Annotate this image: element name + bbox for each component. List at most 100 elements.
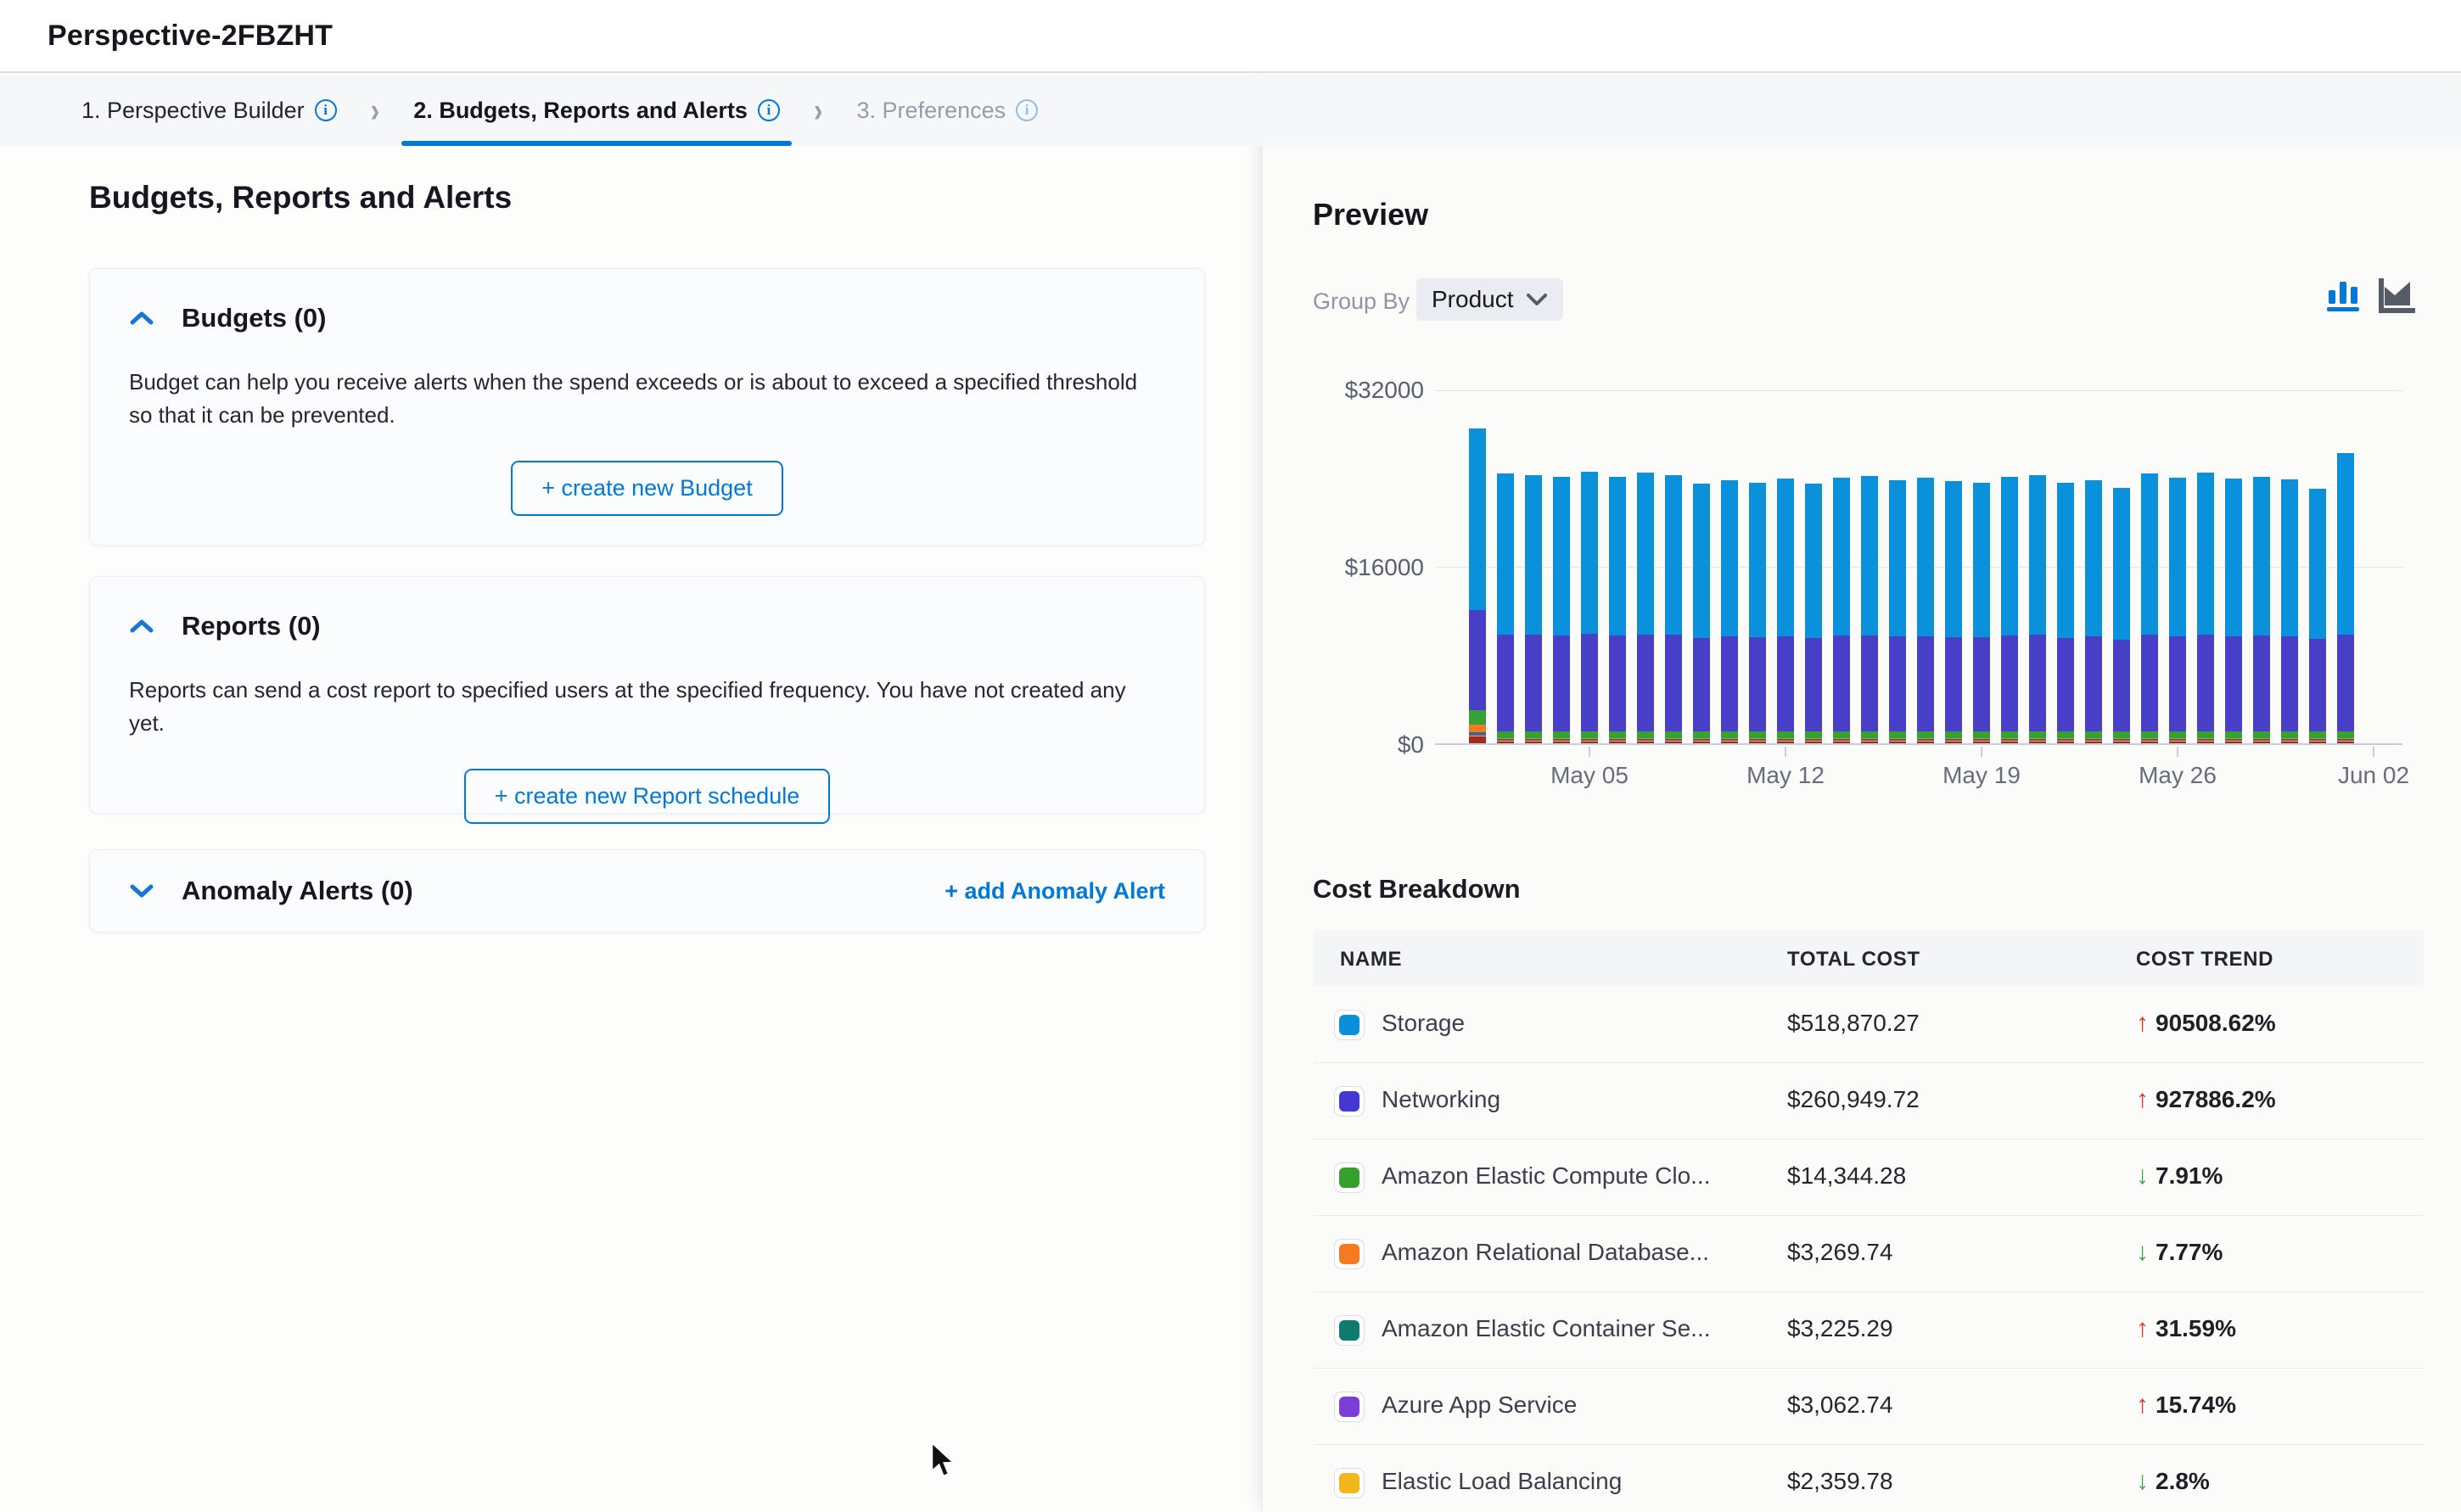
group-by-value: Product xyxy=(1432,286,1514,313)
create-budget-button[interactable]: + create new Budget xyxy=(511,461,782,516)
stacked-bar[interactable] xyxy=(1833,478,1850,743)
stacked-bar[interactable] xyxy=(1693,484,1710,743)
cost-breakdown-row[interactable]: Storage$518,870.27↑90508.62% xyxy=(1314,987,2424,1063)
cost-trend-value: ↓2.8% xyxy=(2136,1467,2210,1496)
total-cost-value: $14,344.28 xyxy=(1787,1162,1906,1190)
stacked-bar[interactable] xyxy=(1525,475,1542,743)
cost-breakdown-row[interactable]: Azure App Service$3,062.74↑15.74% xyxy=(1314,1369,2424,1445)
collapse-chevron-up-icon[interactable] xyxy=(129,310,154,327)
stacked-bar[interactable] xyxy=(2001,477,2018,743)
area-chart-toggle-icon[interactable] xyxy=(2378,275,2417,314)
cost-breakdown-row[interactable]: Amazon Elastic Compute Clo...$14,344.28↓… xyxy=(1314,1140,2424,1216)
preview-bar-chart[interactable] xyxy=(1435,390,2402,745)
tab-perspective-builder[interactable]: 1. Perspective Builder i xyxy=(66,75,352,146)
budgets-card-title: Budgets (0) xyxy=(182,303,327,333)
total-cost-value: $518,870.27 xyxy=(1787,1010,1920,1037)
stacked-bar[interactable] xyxy=(2337,453,2354,743)
bar-segment-amazon-elastic-compute-cloud xyxy=(1917,731,1934,738)
stacked-bar[interactable] xyxy=(1553,477,1570,743)
stacked-bar[interactable] xyxy=(2309,489,2326,744)
stacked-bar[interactable] xyxy=(1581,472,1598,743)
total-cost-value: $260,949.72 xyxy=(1787,1086,1920,1113)
bar-segment-networking xyxy=(1609,636,1626,731)
stacked-bar[interactable] xyxy=(1805,484,1822,743)
tab-budgets-reports-alerts[interactable]: 2. Budgets, Reports and Alerts i xyxy=(398,75,795,146)
stacked-bar[interactable] xyxy=(1777,479,1794,743)
stacked-bar[interactable] xyxy=(1749,483,1766,743)
bar-segment-networking xyxy=(1637,635,1654,731)
chevron-right-icon: › xyxy=(795,91,842,130)
stacked-bar[interactable] xyxy=(2057,483,2074,743)
stacked-bar[interactable] xyxy=(2225,479,2242,743)
stacked-bar[interactable] xyxy=(1665,475,1682,743)
cost-trend-value: ↓7.91% xyxy=(2136,1162,2223,1190)
bar-segment-other xyxy=(1525,742,1542,743)
stacked-bar[interactable] xyxy=(1973,483,1990,743)
bar-segment-other xyxy=(1553,742,1570,743)
column-header-total-cost: TOTAL COST xyxy=(1787,948,1920,972)
bar-segment-storage xyxy=(2085,480,2102,636)
trend-up-arrow-icon: ↑ xyxy=(2136,1314,2149,1343)
app-header: Perspective-2FBZHT xyxy=(0,0,2461,73)
collapse-chevron-up-icon[interactable] xyxy=(129,618,154,635)
bar-segment-storage xyxy=(2169,478,2186,636)
stacked-bar[interactable] xyxy=(2113,488,2130,743)
bar-segment-storage xyxy=(2309,489,2326,640)
stacked-bar[interactable] xyxy=(1637,473,1654,743)
stacked-bar[interactable] xyxy=(1917,478,1934,743)
anomaly-alerts-card: Anomaly Alerts (0) + add Anomaly Alert xyxy=(89,849,1205,932)
stacked-bar[interactable] xyxy=(1889,480,1906,743)
info-icon[interactable]: i xyxy=(315,99,337,121)
stacked-bar[interactable] xyxy=(1469,428,1486,743)
bar-segment-networking xyxy=(1497,635,1514,731)
bar-segment-storage xyxy=(1553,477,1570,636)
bar-segment-networking xyxy=(2057,638,2074,731)
bar-segment-storage xyxy=(1861,476,1878,635)
create-report-schedule-button[interactable]: + create new Report schedule xyxy=(464,769,830,824)
bar-segment-networking xyxy=(1469,610,1486,710)
bar-segment-other xyxy=(2169,742,2186,743)
cost-breakdown-row[interactable]: Amazon Relational Database...$3,269.74↓7… xyxy=(1314,1216,2424,1292)
stacked-bar[interactable] xyxy=(2085,480,2102,743)
bar-segment-networking xyxy=(2281,636,2298,731)
x-axis-label: May 26 xyxy=(2118,762,2237,789)
bar-segment-amazon-elastic-compute-cloud xyxy=(1861,731,1878,738)
y-axis-label-0: $0 xyxy=(1280,731,1424,759)
stacked-bar[interactable] xyxy=(1721,480,1738,743)
bar-segment-amazon-elastic-compute-cloud xyxy=(1945,731,1962,738)
stacked-bar[interactable] xyxy=(1945,481,1962,743)
cost-breakdown-row[interactable]: Amazon Elastic Container Se...$3,225.29↑… xyxy=(1314,1292,2424,1369)
trend-percent: 15.74% xyxy=(2155,1392,2236,1419)
bar-segment-storage xyxy=(1833,478,1850,636)
stacked-bar[interactable] xyxy=(2029,475,2046,743)
bar-segment-amazon-elastic-compute-cloud xyxy=(1469,710,1486,725)
anomaly-alerts-title: Anomaly Alerts (0) xyxy=(182,876,413,906)
stacked-bar[interactable] xyxy=(2141,473,2158,743)
info-icon[interactable]: i xyxy=(758,99,780,121)
tab-preferences[interactable]: 3. Preferences i xyxy=(842,75,1054,146)
stacked-bar[interactable] xyxy=(1861,476,1878,743)
bar-segment-storage xyxy=(1973,483,1990,638)
bar-segment-amazon-elastic-compute-cloud xyxy=(2197,731,2214,738)
cost-breakdown-row[interactable]: Networking$260,949.72↑927886.2% xyxy=(1314,1063,2424,1140)
group-by-select[interactable]: Product xyxy=(1416,278,1563,321)
bar-segment-storage xyxy=(2141,473,2158,634)
expand-chevron-down-icon[interactable] xyxy=(129,882,154,899)
series-color-swatch xyxy=(1334,1392,1365,1422)
bar-segment-networking xyxy=(1833,636,1850,731)
bar-segment-amazon-elastic-compute-cloud xyxy=(1889,731,1906,738)
stacked-bar[interactable] xyxy=(1497,473,1514,743)
stacked-bar[interactable] xyxy=(2197,473,2214,743)
bar-segment-storage xyxy=(1917,478,1934,636)
info-icon[interactable]: i xyxy=(1016,99,1038,121)
stacked-bar[interactable] xyxy=(2253,477,2270,743)
wizard-stepper: 1. Perspective Builder i › 2. Budgets, R… xyxy=(0,75,2461,146)
bar-chart-toggle-icon[interactable] xyxy=(2324,275,2363,314)
add-anomaly-alert-link[interactable]: + add Anomaly Alert xyxy=(945,878,1165,904)
stacked-bar[interactable] xyxy=(2281,479,2298,743)
stacked-bar[interactable] xyxy=(1609,477,1626,743)
service-name: Elastic Load Balancing xyxy=(1382,1468,1622,1495)
cost-breakdown-row[interactable]: Elastic Load Balancing$2,359.78↓2.8% xyxy=(1314,1445,2424,1512)
stacked-bar[interactable] xyxy=(2169,478,2186,743)
bar-segment-networking xyxy=(1553,636,1570,731)
